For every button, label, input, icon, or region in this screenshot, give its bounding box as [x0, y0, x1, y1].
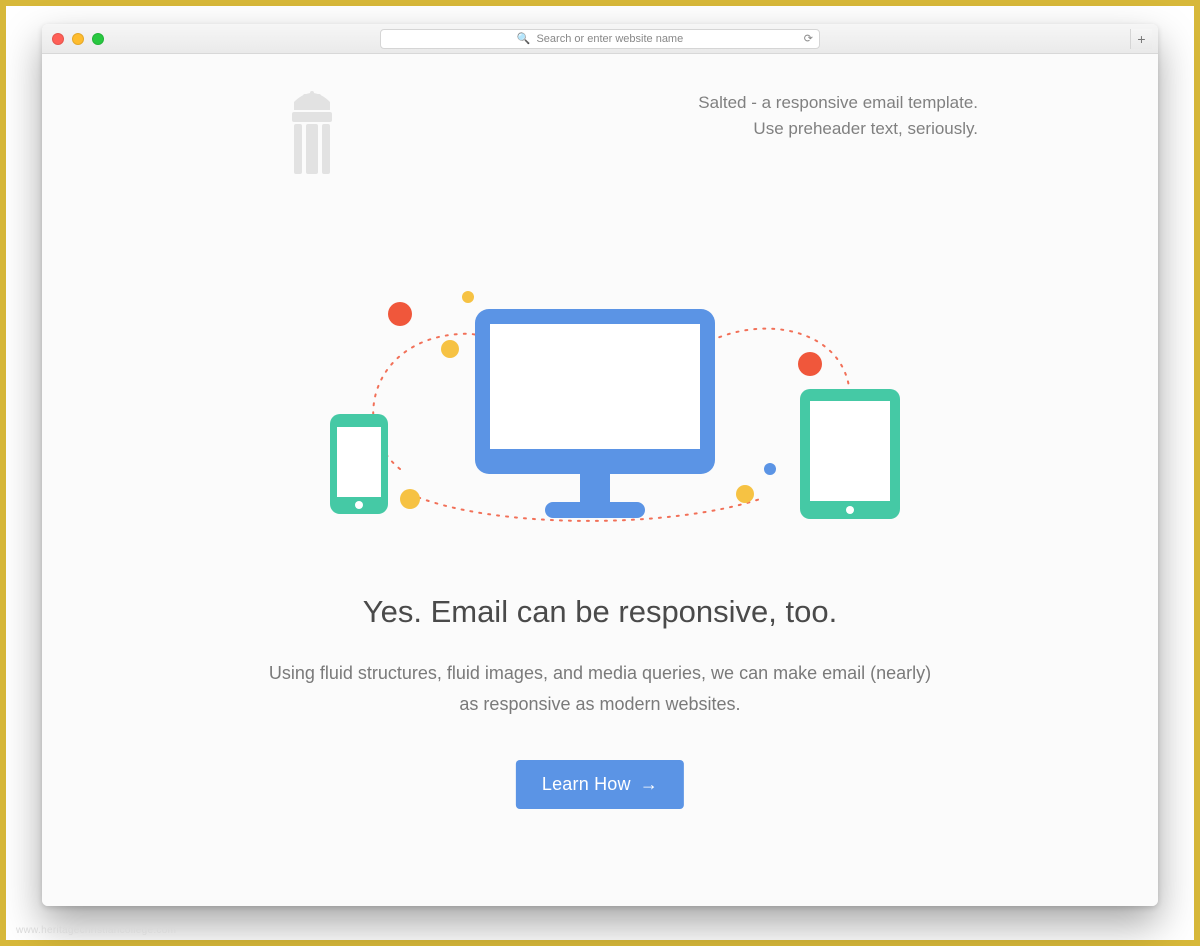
minimize-window-button[interactable]	[72, 33, 84, 45]
accent-dot	[462, 291, 474, 303]
phone-icon	[330, 414, 388, 514]
preheader-line-1: Salted - a responsive email template.	[698, 90, 978, 116]
subhead: Using fluid structures, fluid images, an…	[42, 658, 1158, 719]
browser-titlebar: 🔍 Search or enter website name ⟳ +	[42, 24, 1158, 54]
close-window-button[interactable]	[52, 33, 64, 45]
watermark-text: www.heritagechristiancollege.com	[16, 925, 176, 936]
browser-window: 🔍 Search or enter website name ⟳ + S	[42, 24, 1158, 906]
monitor-icon	[475, 309, 715, 518]
reload-icon[interactable]: ⟳	[804, 32, 813, 45]
accent-dot	[764, 463, 776, 475]
maximize-window-button[interactable]	[92, 33, 104, 45]
window-controls	[52, 33, 104, 45]
cta-label: Learn How	[542, 774, 631, 794]
page-frame: 🔍 Search or enter website name ⟳ + S	[0, 0, 1200, 946]
search-icon: 🔍	[517, 32, 531, 45]
learn-how-button[interactable]: Learn How →	[516, 760, 684, 809]
accent-dot	[798, 352, 822, 376]
new-tab-button[interactable]: +	[1130, 29, 1152, 49]
address-placeholder: Search or enter website name	[536, 33, 683, 45]
salt-shaker-logo	[272, 84, 352, 179]
accent-dot	[400, 489, 420, 509]
preheader-line-2: Use preheader text, seriously.	[698, 116, 978, 142]
tablet-icon	[800, 389, 900, 519]
headline: Yes. Email can be responsive, too.	[42, 594, 1158, 630]
page-viewport: Salted - a responsive email template. Us…	[42, 54, 1158, 906]
accent-dot	[388, 302, 412, 326]
devices-illustration	[290, 279, 910, 539]
accent-dot	[441, 340, 459, 358]
address-bar[interactable]: 🔍 Search or enter website name ⟳	[380, 29, 820, 49]
accent-dot	[736, 485, 754, 503]
arrow-right-icon: →	[640, 774, 658, 794]
preheader-text: Salted - a responsive email template. Us…	[698, 90, 978, 141]
